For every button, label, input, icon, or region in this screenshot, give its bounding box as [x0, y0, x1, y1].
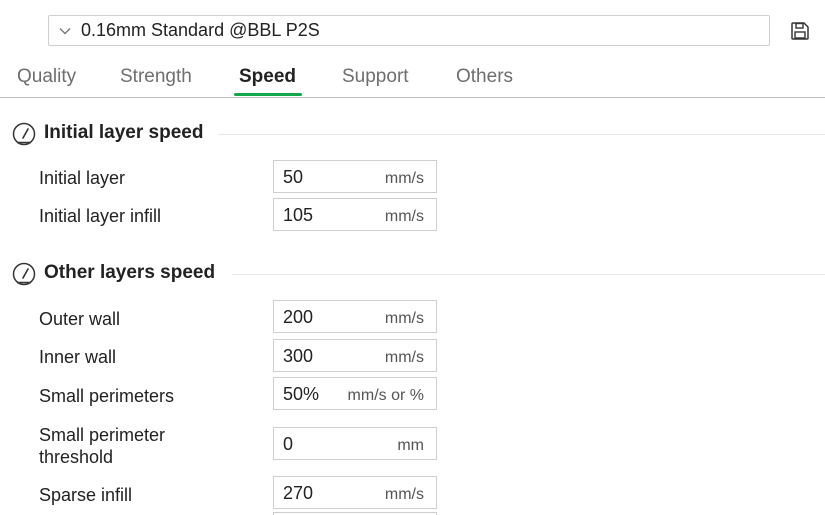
label-sparse-infill: Sparse infill [39, 485, 133, 505]
initial-layer-speed-input[interactable]: 50 mm/s [273, 160, 437, 193]
tab-quality[interactable]: Quality [17, 66, 76, 88]
field-unit: mm/s [384, 349, 424, 366]
tab-support[interactable]: Support [342, 66, 409, 88]
field-value: 270 [283, 483, 314, 503]
tab-strength[interactable]: Strength [120, 66, 192, 88]
field-unit: mm/s [384, 208, 424, 225]
label-outer-wall: Outer wall [39, 309, 121, 329]
label-inner-wall: Inner wall [39, 347, 117, 367]
section-divider [232, 274, 825, 275]
sparse-infill-speed-input[interactable]: 270 mm/s [273, 476, 437, 509]
field-unit: mm/s [384, 310, 424, 327]
active-tab-indicator [234, 93, 302, 96]
initial-layer-infill-speed-input[interactable]: 105 mm/s [273, 198, 437, 231]
inner-wall-speed-input[interactable]: 300 mm/s [273, 339, 437, 372]
field-value: 300 [283, 346, 314, 366]
label-initial-layer-infill: Initial layer infill [39, 206, 162, 226]
field-value: 50 [283, 167, 304, 187]
label-small-perimeters: Small perimeters [39, 386, 175, 406]
section-title: Other layers speed [44, 262, 216, 283]
section-title: Initial layer speed [44, 122, 204, 143]
tab-speed[interactable]: Speed [239, 66, 296, 88]
section-divider [218, 134, 825, 135]
label-small-perimeter-threshold-line2: threshold [39, 447, 114, 467]
section-initial-layer-speed: Initial layer speed [0, 119, 825, 149]
outer-wall-speed-input[interactable]: 200 mm/s [273, 300, 437, 333]
field-unit: mm/s [384, 170, 424, 187]
label-small-perimeter-threshold-line1: Small perimeter [39, 425, 166, 445]
field-unit: mm/s or % [347, 387, 424, 404]
small-perimeters-speed-input[interactable]: 50% mm/s or % [273, 377, 437, 410]
save-icon[interactable] [790, 21, 810, 41]
label-initial-layer: Initial layer [39, 168, 126, 188]
small-perimeter-threshold-input[interactable]: 0 mm [273, 427, 437, 460]
preset-dropdown[interactable]: 0.16mm Standard @BBL P2S [48, 15, 770, 46]
field-unit: mm/s [384, 486, 424, 503]
settings-tabs: Quality Strength Speed Support Others [0, 60, 825, 98]
field-value: 0 [283, 434, 294, 454]
section-other-layers-speed: Other layers speed [0, 259, 825, 289]
field-unit: mm [397, 437, 424, 454]
chevron-down-icon [59, 25, 71, 37]
field-value: 200 [283, 307, 314, 327]
tab-others[interactable]: Others [456, 66, 513, 88]
preset-name: 0.16mm Standard @BBL P2S [81, 20, 320, 40]
field-value: 105 [283, 205, 314, 225]
speedometer-icon [12, 262, 36, 286]
speedometer-icon [12, 122, 36, 146]
process-settings-panel: 0.16mm Standard @BBL P2S Quality Strengt… [0, 0, 825, 515]
field-value: 50% [283, 384, 320, 404]
